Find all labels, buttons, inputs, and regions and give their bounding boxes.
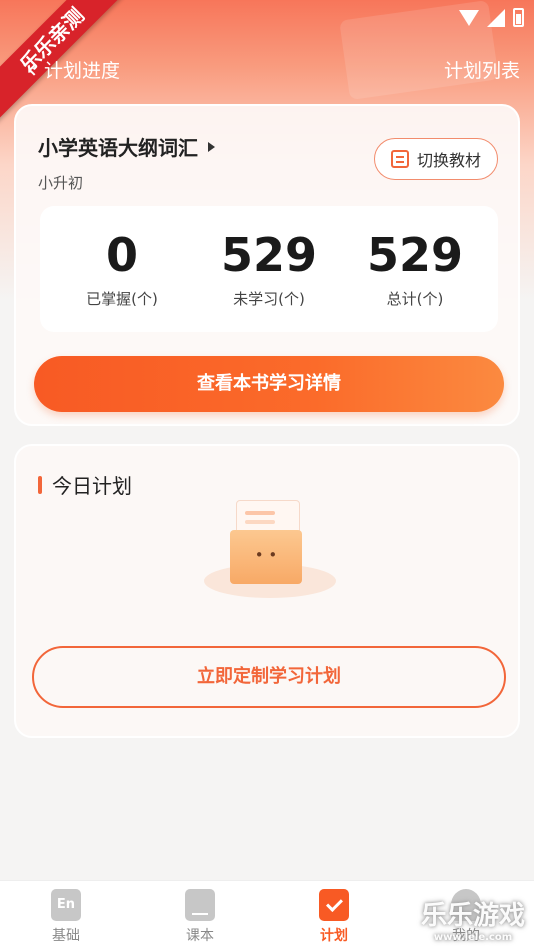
back-button[interactable]: 计划进度 — [28, 56, 121, 83]
book-card: 小学英语大纲词汇 小升初 切换教材 0 已掌握(个) 529 未学习(个) 52… — [14, 104, 520, 426]
sad-face-icon: • • — [254, 546, 278, 564]
caret-right-icon — [208, 141, 215, 152]
stats-panel: 0 已掌握(个) 529 未学习(个) 529 总计(个) — [40, 206, 498, 332]
stat-unlearned: 529 未学习(个) — [199, 228, 339, 309]
plan-header: 今日计划 — [38, 470, 132, 499]
nav-item-basics[interactable]: En 基础 — [26, 889, 106, 945]
watermark-url: www.lele.com — [433, 932, 513, 943]
empty-box-illustration: • • — [200, 500, 340, 604]
plan-list-link[interactable]: 计划列表 — [444, 56, 520, 83]
nav-label: 计划 — [320, 928, 348, 944]
create-plan-button[interactable]: 立即定制学习计划 — [32, 646, 506, 708]
stat-label: 总计(个) — [386, 290, 444, 308]
nav-item-textbook[interactable]: 课本 — [160, 889, 240, 945]
back-arrow-icon — [28, 63, 40, 76]
signal-icon — [487, 8, 505, 27]
stat-value: 529 — [220, 228, 318, 282]
plan-title: 今日计划 — [52, 474, 132, 498]
stat-mastered: 0 已掌握(个) — [52, 228, 192, 309]
book-title-button[interactable]: 小学英语大纲词汇 — [38, 132, 215, 161]
status-icons — [459, 8, 524, 27]
clipboard-check-icon — [319, 889, 349, 921]
today-plan-card: 今日计划 • • 立即定制学习计划 — [14, 444, 520, 738]
wifi-icon — [459, 9, 479, 26]
nav-label: 基础 — [52, 928, 80, 944]
book-title: 小学英语大纲词汇 — [38, 136, 198, 160]
book-level: 小升初 — [38, 174, 84, 192]
stat-label: 已掌握(个) — [86, 290, 158, 308]
title-accent-bar — [38, 475, 42, 494]
stat-total: 529 总计(个) — [345, 228, 485, 309]
en-icon: En — [51, 889, 81, 921]
book-icon — [185, 889, 215, 921]
page-header: 计划进度 计划列表 — [0, 52, 534, 86]
watermark-corner: 乐乐游戏 www.lele.com — [414, 900, 532, 951]
watermark-text: 乐乐游戏 — [420, 901, 525, 931]
nav-label: 课本 — [186, 928, 214, 944]
back-label: 计划进度 — [44, 60, 121, 82]
nav-item-plan[interactable]: 计划 — [294, 889, 374, 945]
battery-icon — [513, 8, 524, 27]
stat-value: 0 — [105, 228, 138, 282]
switch-textbook-label: 切换教材 — [416, 151, 481, 170]
textbook-icon — [390, 150, 409, 168]
stat-label: 未学习(个) — [233, 290, 305, 308]
stat-value: 529 — [366, 228, 464, 282]
switch-textbook-button[interactable]: 切换教材 — [374, 138, 498, 180]
view-book-details-button[interactable]: 查看本书学习详情 — [34, 356, 504, 412]
